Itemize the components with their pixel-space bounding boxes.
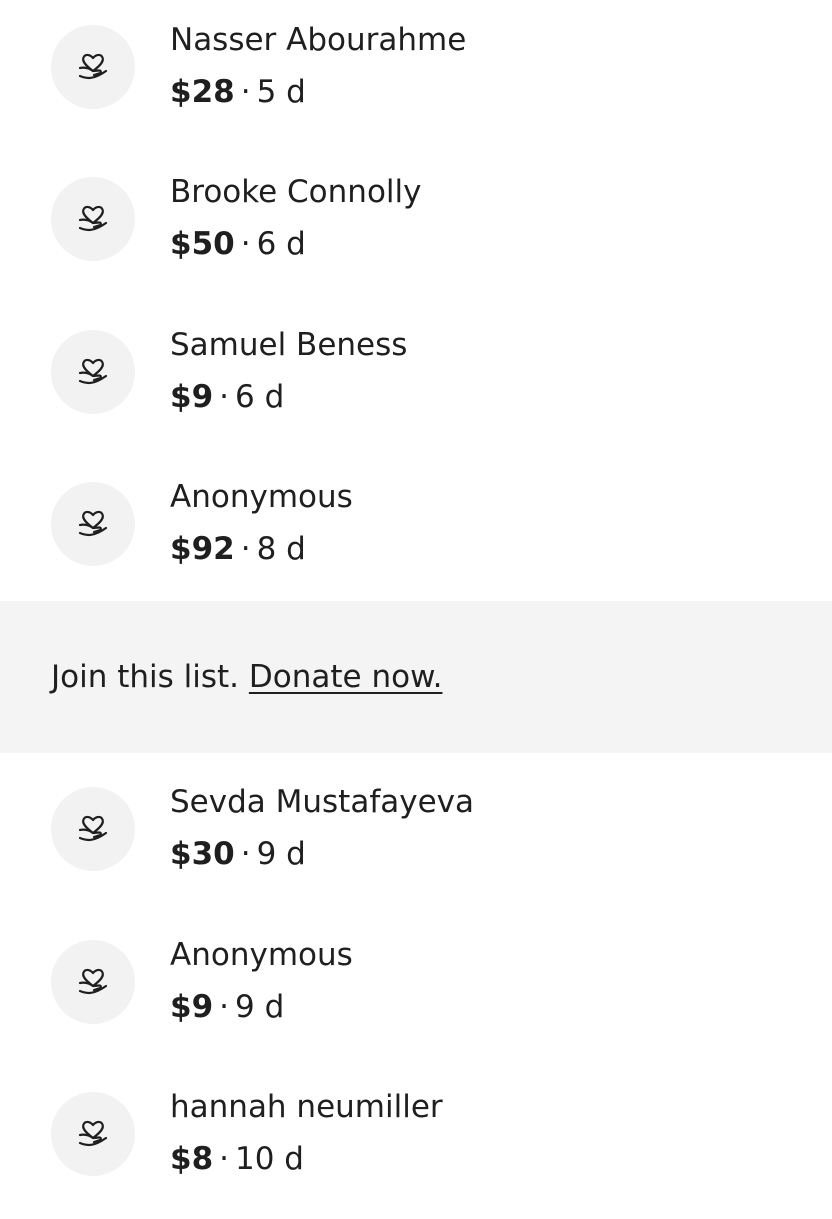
separator: · <box>219 989 229 1025</box>
donation-item: Nasser Abourahme $28 · 5 d <box>0 0 832 152</box>
donation-amount: $92 <box>170 531 235 567</box>
join-list-banner: Join this list. Donate now. <box>0 601 832 753</box>
donation-meta: $8 · 10 d <box>170 1137 304 1181</box>
donation-amount: $9 <box>170 379 214 415</box>
heart-in-hand-icon <box>78 1120 108 1147</box>
donation-meta: $92 · 8 d <box>170 527 306 571</box>
donation-item: hannah neumiller $8 · 10 d <box>0 1067 832 1219</box>
donation-item: Anonymous $92 · 8 d <box>0 457 832 609</box>
donor-avatar <box>51 1092 135 1176</box>
banner-prompt: Join this list. <box>51 659 240 695</box>
donor-name: Samuel Beness <box>170 327 408 363</box>
separator: · <box>240 531 251 567</box>
separator: · <box>240 226 251 262</box>
donor-avatar <box>51 330 135 414</box>
heart-in-hand-icon <box>78 510 108 537</box>
donation-item: Samuel Beness $9 · 6 d <box>0 305 832 457</box>
donation-time: 9 d <box>235 989 285 1025</box>
donation-amount: $30 <box>170 836 235 872</box>
separator: · <box>219 1141 229 1177</box>
donation-time: 9 d <box>256 836 306 872</box>
donor-avatar <box>51 177 135 261</box>
donor-name: Anonymous <box>170 937 353 973</box>
separator: · <box>240 74 251 110</box>
donation-amount: $28 <box>170 74 235 110</box>
donor-name: Nasser Abourahme <box>170 22 467 58</box>
donation-meta: $50 · 6 d <box>170 222 306 266</box>
donate-now-link[interactable]: Donate now. <box>249 659 443 695</box>
donation-time: 8 d <box>256 531 306 567</box>
donation-meta: $9 · 6 d <box>170 375 284 419</box>
donation-meta: $30 · 9 d <box>170 832 306 876</box>
donor-name: hannah neumiller <box>170 1089 443 1125</box>
donation-item: Brooke Connolly $50 · 6 d <box>0 152 832 304</box>
banner-text: Join this list. Donate now. <box>51 655 442 699</box>
separator: · <box>240 836 251 872</box>
separator: · <box>219 379 229 415</box>
donor-avatar <box>51 787 135 871</box>
donation-item: Anonymous $9 · 9 d <box>0 915 832 1067</box>
heart-in-hand-icon <box>78 358 108 385</box>
donation-time: 10 d <box>235 1141 304 1177</box>
donor-name: Brooke Connolly <box>170 174 422 210</box>
heart-in-hand-icon <box>78 205 108 232</box>
heart-in-hand-icon <box>78 815 108 842</box>
donation-meta: $9 · 9 d <box>170 985 284 1029</box>
heart-in-hand-icon <box>78 968 108 995</box>
donor-name: Anonymous <box>170 479 353 515</box>
donor-avatar <box>51 25 135 109</box>
donation-amount: $8 <box>170 1141 214 1177</box>
donation-item: Sevda Mustafayeva $30 · 9 d <box>0 762 832 914</box>
donor-avatar <box>51 482 135 566</box>
donor-avatar <box>51 940 135 1024</box>
donor-name: Sevda Mustafayeva <box>170 784 474 820</box>
donation-time: 5 d <box>256 74 306 110</box>
donation-amount: $9 <box>170 989 214 1025</box>
donation-amount: $50 <box>170 226 235 262</box>
heart-in-hand-icon <box>78 53 108 80</box>
donation-time: 6 d <box>256 226 306 262</box>
donation-meta: $28 · 5 d <box>170 70 306 114</box>
donation-time: 6 d <box>235 379 285 415</box>
